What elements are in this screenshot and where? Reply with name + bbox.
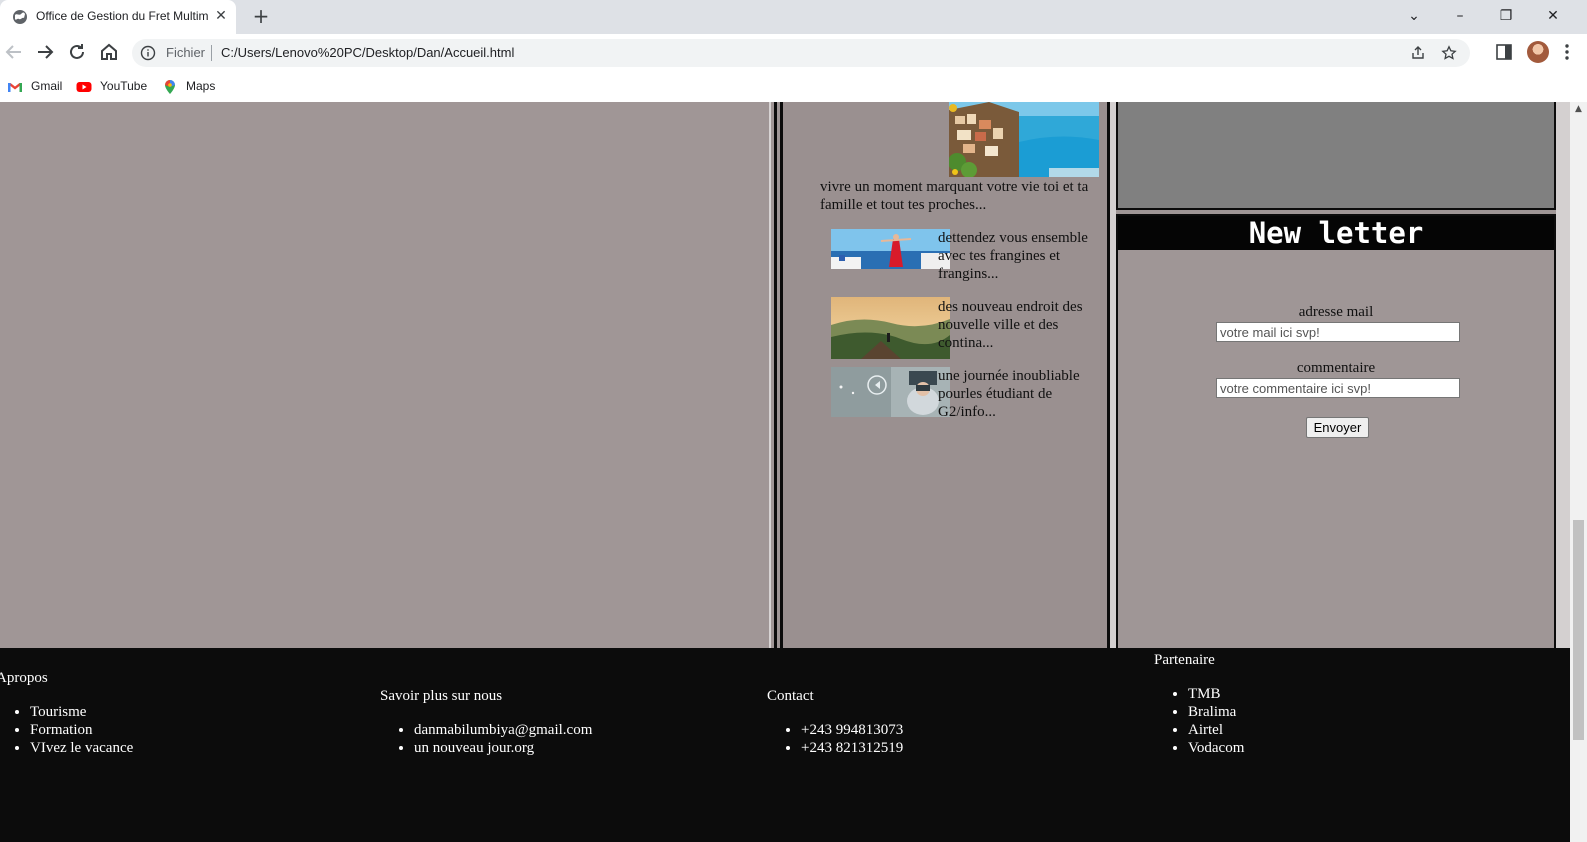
share-icon[interactable] — [1410, 45, 1426, 61]
left-content-column — [0, 102, 777, 658]
address-bar[interactable]: Fichier C:/Users/Lenovo%20PC/Desktop/Dan… — [132, 39, 1470, 67]
bookmark-gmail[interactable]: Gmail — [7, 76, 62, 96]
list-item[interactable]: +243 994813073 — [801, 721, 903, 739]
url-scheme-label: Fichier — [166, 45, 206, 60]
bookmark-youtube[interactable]: YouTube — [76, 76, 147, 96]
close-window-button[interactable]: ✕ — [1539, 4, 1567, 28]
url-separator — [211, 45, 212, 61]
email-label: adresse mail — [1298, 304, 1374, 320]
bookmark-label: Maps — [186, 79, 216, 93]
bookmark-maps[interactable]: Maps — [162, 76, 215, 96]
page-viewport: vivre un moment marquant votre vie toi e… — [0, 102, 1587, 842]
page-footer: Apropos Tourisme Formation VIvez le vaca… — [0, 651, 1570, 842]
list-item[interactable]: TMB — [1188, 685, 1244, 703]
left-column-border — [769, 102, 771, 658]
footer-contact: Contact +243 994813073 +243 821312519 — [767, 687, 903, 757]
home-button[interactable] — [97, 40, 121, 64]
list-item[interactable]: Airtel — [1188, 721, 1244, 739]
hero-caption: vivre un moment marquant votre vie toi e… — [820, 179, 1089, 213]
tab-search-icon[interactable]: ⌄ — [1400, 4, 1428, 28]
reload-button[interactable] — [65, 40, 89, 64]
footer-savoir: Savoir plus sur nous danmabilumbiya@gmai… — [380, 687, 592, 757]
vertical-scrollbar[interactable]: ▲ — [1570, 102, 1587, 842]
minimize-button[interactable]: – — [1446, 4, 1474, 28]
forward-button[interactable] — [33, 40, 57, 64]
close-tab-icon[interactable]: ✕ — [212, 7, 230, 25]
gmail-icon — [8, 82, 22, 92]
list-item[interactable]: danmabilumbiya@gmail.com — [414, 721, 592, 739]
browser-toolbar: Fichier C:/Users/Lenovo%20PC/Desktop/Dan… — [0, 34, 1587, 70]
forward-arrow-icon — [38, 45, 54, 59]
back-arrow-icon — [5, 45, 21, 59]
url-text[interactable]: C:/Users/Lenovo%20PC/Desktop/Dan/Accueil… — [221, 45, 514, 60]
list-item[interactable]: Formation — [30, 721, 133, 739]
newsletter-title: New letter — [1118, 216, 1554, 250]
list-item[interactable]: +243 821312519 — [801, 739, 903, 757]
right-top-panel — [1116, 102, 1556, 210]
bookmark-label: YouTube — [100, 79, 148, 93]
article-item-2: des nouveau endroit des nouvelle ville e… — [938, 299, 1083, 351]
footer-apropos-heading: Apropos — [0, 670, 48, 686]
list-item[interactable]: un nouveau jour.org — [414, 739, 592, 757]
globe-icon — [13, 10, 27, 24]
browser-tab[interactable]: Office de Gestion du Fret Multim ✕ — [0, 0, 236, 34]
list-item[interactable]: VIvez le vacance — [30, 739, 133, 757]
bookmarks-bar: Gmail YouTube Maps — [0, 70, 1587, 102]
comment-label: commentaire — [1296, 360, 1376, 376]
youtube-icon — [76, 81, 92, 92]
menu-kebab-icon[interactable] — [1563, 42, 1571, 62]
vr-student-image — [831, 367, 950, 417]
tab-title: Office de Gestion du Fret Multim — [36, 9, 208, 23]
footer-apropos-list: Tourisme Formation VIvez le vacance — [0, 703, 133, 757]
list-item[interactable]: Vodacom — [1188, 739, 1244, 757]
footer-partenaire-list: TMB Bralima Airtel Vodacom — [1154, 685, 1244, 757]
newsletter-panel: New letter adresse mail commentaire Envo… — [1116, 214, 1556, 658]
scroll-up-arrow-icon[interactable]: ▲ — [1570, 102, 1587, 116]
bookmark-label: Gmail — [31, 79, 63, 93]
footer-contact-heading: Contact — [767, 688, 814, 704]
scrollbar-thumb[interactable] — [1573, 520, 1584, 740]
footer-savoir-list: danmabilumbiya@gmail.com un nouveau jour… — [380, 721, 592, 757]
footer-apropos: Apropos Tourisme Formation VIvez le vaca… — [0, 669, 133, 757]
coastal-town-image — [949, 102, 1099, 177]
send-button[interactable]: Envoyer — [1306, 417, 1369, 438]
right-edge-strip — [1556, 102, 1570, 658]
list-item[interactable]: Bralima — [1188, 703, 1244, 721]
list-item[interactable]: Tourisme — [30, 703, 133, 721]
maps-pin-icon — [165, 79, 175, 94]
footer-partenaire-heading: Partenaire — [1154, 652, 1215, 668]
mountain-valley-image — [831, 297, 950, 359]
new-tab-button[interactable]: + — [250, 6, 272, 28]
restore-button[interactable]: ❐ — [1492, 4, 1520, 28]
reload-icon — [70, 44, 84, 59]
article-item-1: dettendez vous ensemble avec tes frangin… — [938, 230, 1088, 282]
profile-avatar[interactable] — [1527, 41, 1549, 63]
email-field[interactable] — [1216, 322, 1460, 342]
home-icon — [101, 43, 117, 60]
santorini-woman-image — [831, 229, 950, 269]
footer-partenaire: Partenaire TMB Bralima Airtel Vodacom — [1154, 651, 1244, 757]
back-button[interactable] — [2, 40, 26, 64]
footer-savoir-heading: Savoir plus sur nous — [380, 688, 503, 704]
article-item-3: une journée inoubliable pourles étudiant… — [938, 368, 1080, 420]
tab-strip: Office de Gestion du Fret Multim ✕ + ⌄ –… — [0, 0, 1587, 34]
info-icon[interactable] — [140, 45, 156, 61]
footer-contact-list: +243 994813073 +243 821312519 — [767, 721, 903, 757]
star-bookmark-icon[interactable] — [1441, 45, 1457, 61]
articles-column: vivre un moment marquant votre vie toi e… — [780, 102, 1110, 658]
side-panel-icon[interactable] — [1494, 42, 1514, 62]
comment-field[interactable] — [1216, 378, 1460, 398]
